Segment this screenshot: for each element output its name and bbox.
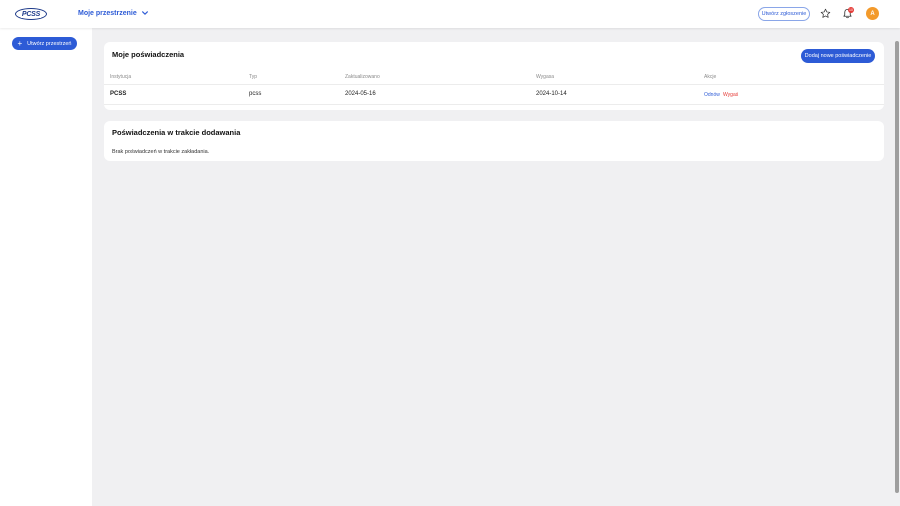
- star-icon[interactable]: [820, 8, 831, 19]
- column-header-type: Typ: [249, 74, 258, 80]
- add-credential-button[interactable]: Dodaj nowe poświadczenie: [801, 49, 875, 63]
- cell-expires: 2024-10-14: [536, 91, 567, 97]
- top-bar: PCSS Moje przestrzenie Utwórz zgłoszenie…: [0, 0, 900, 28]
- logo-text: PCSS: [20, 10, 42, 18]
- notification-badge: 10: [848, 7, 854, 13]
- expire-link[interactable]: Wygaś: [723, 92, 738, 98]
- sidebar: + Utwórz przestrzeń: [0, 28, 92, 506]
- pending-credentials-card: Poświadczenia w trakcie dodawania Brak p…: [104, 121, 884, 161]
- renew-link[interactable]: Odnów: [704, 92, 720, 98]
- column-header-updated: Zaktualizowano: [345, 74, 380, 80]
- empty-message: Brak poświadczeń w trakcie zakładania.: [112, 149, 210, 155]
- cell-institution: PCSS: [110, 91, 127, 97]
- plus-icon: +: [17, 38, 23, 48]
- cell-updated: 2024-05-16: [345, 91, 376, 97]
- column-header-actions: Akcje: [704, 74, 717, 80]
- column-header-expires: Wygasa: [536, 74, 555, 80]
- avatar[interactable]: A: [866, 7, 879, 20]
- spaces-dropdown-label: Moje przestrzenie: [78, 9, 137, 17]
- spaces-dropdown[interactable]: Moje przestrzenie: [78, 9, 149, 17]
- table-row-divider: [104, 104, 884, 105]
- pcss-logo[interactable]: PCSS: [15, 8, 47, 20]
- create-space-button[interactable]: + Utwórz przestrzeń: [12, 37, 77, 50]
- pending-title: Poświadczenia w trakcie dodawania: [112, 128, 241, 137]
- credentials-card: Moje poświadczenia Dodaj nowe poświadcze…: [104, 42, 884, 110]
- credentials-title: Moje poświadczenia: [112, 50, 185, 59]
- cell-type: pcss: [249, 91, 262, 97]
- scrollbar-thumb[interactable]: [895, 41, 899, 493]
- table-divider: [104, 84, 884, 85]
- column-header-institution: Instytucja: [110, 74, 132, 80]
- chevron-down-icon: [141, 11, 148, 15]
- create-space-label: Utwórz przestrzeń: [27, 40, 72, 47]
- create-report-button[interactable]: Utwórz zgłoszenie: [758, 7, 810, 21]
